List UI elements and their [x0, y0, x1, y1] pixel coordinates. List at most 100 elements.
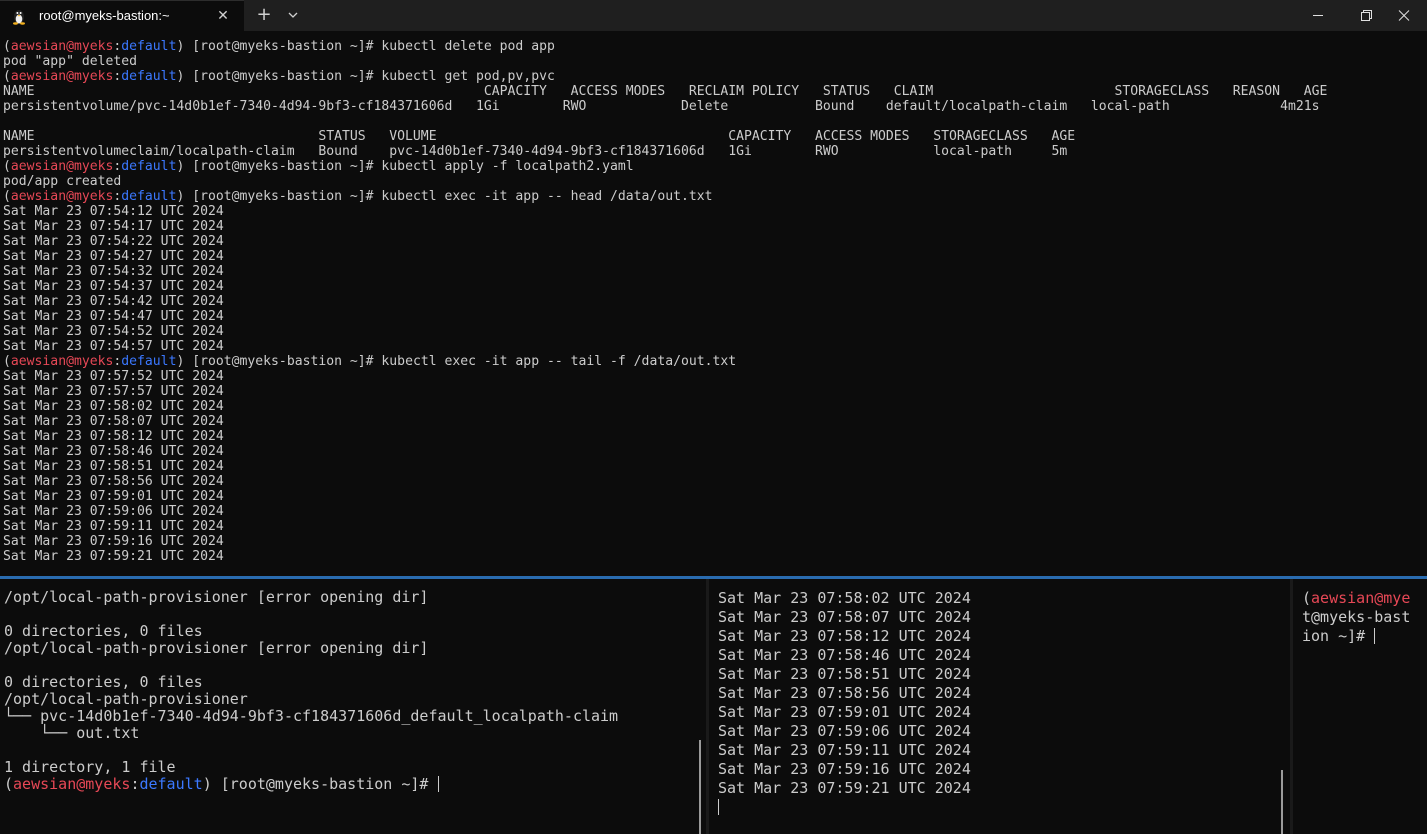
- terminal-line: Sat Mar 23 07:58:56 UTC 2024: [3, 474, 1327, 489]
- prompt-user: aewsian@myeks: [10, 69, 114, 84]
- prompt-namespace: default: [139, 775, 203, 793]
- terminal-text: Sat Mar 23 07:54:27 UTC 2024: [3, 249, 224, 264]
- scrollbar[interactable]: [1281, 770, 1283, 834]
- terminal-line: Sat Mar 23 07:59:21 UTC 2024: [3, 549, 1327, 564]
- terminal-tab[interactable]: root@myeks-bastion:~ ✕: [0, 0, 244, 31]
- terminal-text: Sat Mar 23 07:58:12 UTC 2024: [3, 429, 224, 444]
- terminal-line: Sat Mar 23 07:59:16 UTC 2024: [3, 534, 1327, 549]
- terminal-line: /opt/local-path-provisioner [error openi…: [4, 640, 618, 657]
- terminal-line: Sat Mar 23 07:58:07 UTC 2024: [3, 414, 1327, 429]
- terminal-text: Sat Mar 23 07:58:46 UTC 2024: [718, 646, 971, 664]
- terminal-text: Sat Mar 23 07:59:06 UTC 2024: [718, 722, 971, 740]
- terminal-line: Sat Mar 23 07:59:11 UTC 2024: [3, 519, 1327, 534]
- terminal-text: ) [root@myeks-bastion ~]# kubectl delete…: [176, 39, 555, 54]
- terminal-line: Sat Mar 23 07:54:12 UTC 2024: [3, 204, 1327, 219]
- terminal-line: Sat Mar 23 07:59:06 UTC 2024: [3, 504, 1327, 519]
- terminal-text: /opt/local-path-provisioner [error openi…: [4, 639, 429, 657]
- text-cursor: [437, 776, 439, 792]
- terminal-line: (aewsian@myeks:default) [root@myeks-bast…: [3, 189, 1327, 204]
- terminal-text: (: [3, 39, 11, 54]
- terminal-line: pod "app" deleted: [3, 54, 1327, 69]
- terminal-line: Sat Mar 23 07:59:06 UTC 2024: [718, 722, 971, 741]
- terminal-text: Sat Mar 23 07:58:07 UTC 2024: [718, 608, 971, 626]
- terminal-line: Sat Mar 23 07:57:57 UTC 2024: [3, 384, 1327, 399]
- terminal-line: Sat Mar 23 07:54:22 UTC 2024: [3, 234, 1327, 249]
- terminal-output: /opt/local-path-provisioner [error openi…: [4, 589, 618, 793]
- terminal-line: pod/app created: [3, 174, 1327, 189]
- terminal-line: (aewsian@myeks:default) [root@myeks-bast…: [4, 776, 618, 793]
- terminal-line: Sat Mar 23 07:58:12 UTC 2024: [3, 429, 1327, 444]
- linux-penguin-icon: [13, 10, 25, 25]
- minimize-icon[interactable]: [1295, 0, 1341, 31]
- bottom-middle-terminal-pane[interactable]: Sat Mar 23 07:58:02 UTC 2024 Sat Mar 23 0…: [709, 579, 1290, 834]
- bottom-left-terminal-pane[interactable]: /opt/local-path-provisioner [error openi…: [0, 579, 706, 834]
- bottom-right-terminal-pane[interactable]: (aewsian@mye t@myeks-bast ion ~]#: [1293, 579, 1427, 834]
- terminal-line: Sat Mar 23 07:59:16 UTC 2024: [718, 760, 971, 779]
- close-window-icon[interactable]: [1381, 0, 1427, 31]
- prompt-user: aewsian@myeks: [10, 354, 114, 369]
- chevron-down-icon[interactable]: [282, 4, 304, 26]
- terminal-line: Sat Mar 23 07:54:32 UTC 2024: [3, 264, 1327, 279]
- terminal-text: /opt/local-path-provisioner [error openi…: [4, 588, 429, 606]
- terminal-line: NAME STATUS VOLUME CAPACITY ACCESS MODES…: [3, 129, 1327, 144]
- terminal-line: Sat Mar 23 07:59:01 UTC 2024: [718, 703, 971, 722]
- top-terminal-pane[interactable]: (aewsian@myeks:default) [root@myeks-bast…: [0, 31, 1427, 576]
- terminal-text: (: [1302, 589, 1312, 607]
- terminal-text: Sat Mar 23 07:58:56 UTC 2024: [3, 474, 224, 489]
- terminal-text: Sat Mar 23 07:59:06 UTC 2024: [3, 504, 224, 519]
- terminal-text: Sat Mar 23 07:54:12 UTC 2024: [3, 204, 224, 219]
- terminal-text: Sat Mar 23 07:59:11 UTC 2024: [3, 519, 224, 534]
- terminal-line: 1 directory, 1 file: [4, 759, 618, 776]
- terminal-text: Sat Mar 23 07:58:56 UTC 2024: [718, 684, 971, 702]
- terminal-line: Sat Mar 23 07:59:21 UTC 2024: [718, 779, 971, 798]
- terminal-text: (: [3, 189, 11, 204]
- terminal-text: Sat Mar 23 07:54:42 UTC 2024: [3, 294, 224, 309]
- terminal-text: 0 directories, 0 files: [4, 622, 203, 640]
- terminal-line: persistentvolumeclaim/localpath-claim Bo…: [3, 144, 1327, 159]
- terminal-text: pod/app created: [3, 174, 122, 189]
- new-tab-icon[interactable]: +: [252, 4, 276, 26]
- terminal-line: ion ~]#: [1302, 627, 1410, 646]
- terminal-line: └── out.txt: [4, 725, 618, 742]
- terminal-line: t@myeks-bast: [1302, 608, 1410, 627]
- terminal-line: Sat Mar 23 07:54:52 UTC 2024: [3, 324, 1327, 339]
- terminal-text: Sat Mar 23 07:58:12 UTC 2024: [718, 627, 971, 645]
- tab-title: root@myeks-bastion:~: [39, 8, 170, 23]
- terminal-text: persistentvolumeclaim/localpath-claim Bo…: [3, 144, 1068, 159]
- terminal-output: Sat Mar 23 07:58:02 UTC 2024 Sat Mar 23 0…: [718, 589, 971, 817]
- terminal-text: (: [3, 69, 11, 84]
- terminal-text: Sat Mar 23 07:54:32 UTC 2024: [3, 264, 224, 279]
- prompt-user: aewsian@mye: [1311, 589, 1411, 607]
- terminal-line: Sat Mar 23 07:54:47 UTC 2024: [3, 309, 1327, 324]
- terminal-text: (: [3, 354, 11, 369]
- terminal-text: Sat Mar 23 07:59:16 UTC 2024: [3, 534, 224, 549]
- terminal-text: Sat Mar 23 07:58:51 UTC 2024: [718, 665, 971, 683]
- terminal-line: Sat Mar 23 07:54:42 UTC 2024: [3, 294, 1327, 309]
- scrollbar[interactable]: [699, 740, 701, 834]
- terminal-line: Sat Mar 23 07:58:46 UTC 2024: [718, 646, 971, 665]
- close-tab-icon[interactable]: ✕: [212, 5, 234, 27]
- terminal-text: Sat Mar 23 07:57:52 UTC 2024: [3, 369, 224, 384]
- prompt-user: aewsian@myeks: [10, 39, 114, 54]
- terminal-text: (: [4, 775, 14, 793]
- terminal-line: Sat Mar 23 07:59:11 UTC 2024: [718, 741, 971, 760]
- terminal-text: └── pvc-14d0b1ef-7340-4d94-9bf3-cf184371…: [4, 707, 619, 725]
- terminal-line: (aewsian@myeks:default) [root@myeks-bast…: [3, 69, 1327, 84]
- prompt-user: aewsian@myeks: [10, 189, 114, 204]
- terminal-line: 0 directories, 0 files: [4, 623, 618, 640]
- terminal-output: (aewsian@mye t@myeks-bast ion ~]#: [1302, 589, 1410, 646]
- terminal-text: Sat Mar 23 07:54:37 UTC 2024: [3, 279, 224, 294]
- terminal-line: Sat Mar 23 07:59:01 UTC 2024: [3, 489, 1327, 504]
- prompt-user: aewsian@myeks: [13, 775, 131, 793]
- terminal-line: Sat Mar 23 07:58:02 UTC 2024: [3, 399, 1327, 414]
- terminal-text: Sat Mar 23 07:58:51 UTC 2024: [3, 459, 224, 474]
- terminal-line: Sat Mar 23 07:58:56 UTC 2024: [718, 684, 971, 703]
- prompt-namespace: default: [121, 39, 177, 54]
- terminal-line: Sat Mar 23 07:58:51 UTC 2024: [718, 665, 971, 684]
- terminal-text: Sat Mar 23 07:59:21 UTC 2024: [3, 549, 224, 564]
- terminal-line: 0 directories, 0 files: [4, 674, 618, 691]
- prompt-user: aewsian@myeks: [10, 159, 114, 174]
